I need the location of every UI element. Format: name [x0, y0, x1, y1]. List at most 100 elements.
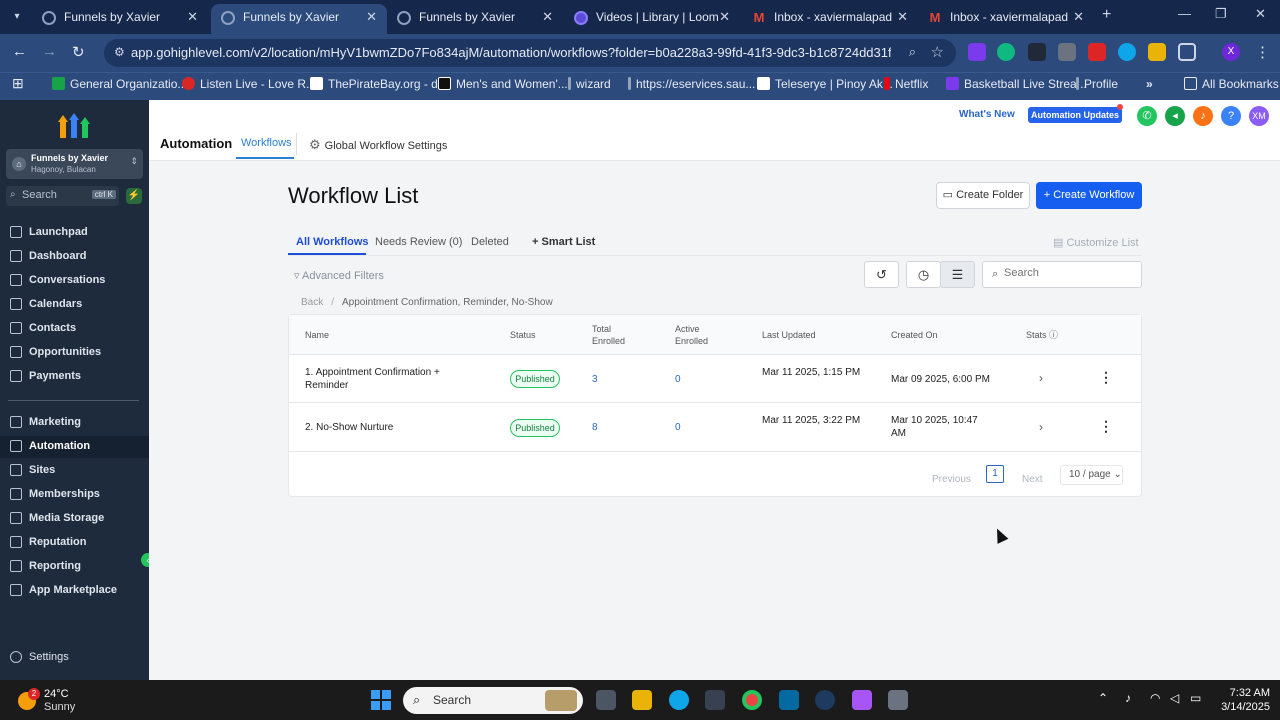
close-icon[interactable]: ✕	[719, 4, 730, 30]
customize-list-button[interactable]: ▤ Customize List	[1053, 236, 1139, 249]
sidebar-item-calendars[interactable]: Calendars	[0, 294, 149, 316]
new-tab-icon[interactable]: +	[1102, 6, 1111, 24]
history-icon[interactable]: ↺	[864, 261, 899, 288]
sidebar-item-reputation[interactable]: Reputation	[0, 532, 149, 554]
browser-tab[interactable]: M Inbox - xaviermalapad001 ✕	[918, 4, 1094, 34]
sidebar-item-media-storage[interactable]: Media Storage	[0, 508, 149, 530]
pen-extension-icon[interactable]	[1028, 43, 1046, 61]
active-enrolled[interactable]: 0	[675, 421, 681, 434]
extensions-puzzle-icon[interactable]	[1178, 43, 1196, 61]
tab-needs-review[interactable]: Needs Review (0)	[375, 236, 462, 248]
list-view-icon[interactable]: ☰	[940, 261, 975, 288]
bookmark-item[interactable]: Teleserye | Pinoy Ak...	[757, 77, 893, 91]
column-active-enrolled[interactable]: Active Enrolled	[675, 323, 708, 347]
bookmark-item[interactable]: https://eservices.sau...	[628, 77, 755, 91]
tray-chevron-icon[interactable]: ⌃	[1098, 691, 1108, 705]
close-icon[interactable]: ✕	[542, 4, 553, 30]
tab-all-workflows[interactable]: All Workflows	[296, 236, 369, 248]
sidebar-item-payments[interactable]: Payments	[0, 366, 149, 388]
bookmark-item[interactable]: Men's and Women'...	[438, 77, 568, 91]
more-options-icon[interactable]: ⋮	[1099, 369, 1113, 386]
workflow-name[interactable]: 2. No-Show Nurture	[305, 421, 465, 434]
back-icon[interactable]: ←	[12, 43, 27, 60]
weather-widget[interactable]: 2 24°C Sunny	[18, 686, 75, 716]
user-avatar[interactable]: XM	[1249, 106, 1269, 126]
menu-kebab-icon[interactable]: ⋮	[1255, 43, 1270, 61]
create-workflow-button[interactable]: + Create Workflow	[1036, 182, 1142, 209]
task-view-icon[interactable]	[596, 690, 616, 710]
column-last-updated[interactable]: Last Updated	[762, 329, 816, 341]
sidebar-item-sites[interactable]: Sites	[0, 460, 149, 482]
restore-icon[interactable]: ❐	[1215, 6, 1227, 22]
sidebar-search[interactable]: ⌕ Search ctrl K	[6, 186, 119, 206]
search-field[interactable]: ⌕	[982, 261, 1142, 288]
browser-tab[interactable]: Videos | Library | Loom ✕	[564, 4, 740, 34]
bookmark-item[interactable]: Listen Live - Love R...	[182, 77, 316, 91]
chevron-right-icon[interactable]: ›	[1039, 420, 1043, 434]
help-icon[interactable]: ?	[1221, 106, 1241, 126]
reload-icon[interactable]: ↻	[72, 43, 85, 61]
sidebar-item-automation[interactable]: Automation	[0, 436, 149, 458]
taskbar-search[interactable]: ⌕ Search	[403, 687, 583, 714]
column-created-on[interactable]: Created On	[891, 329, 938, 341]
sidebar-item-memberships[interactable]: Memberships	[0, 484, 149, 506]
close-icon[interactable]: ✕	[897, 4, 908, 30]
sidebar-item-dashboard[interactable]: Dashboard	[0, 246, 149, 268]
profile-avatar[interactable]: X	[1222, 43, 1240, 61]
wifi-icon[interactable]: ◠	[1150, 691, 1160, 705]
create-folder-button[interactable]: ▭ Create Folder	[936, 182, 1030, 209]
phone-icon[interactable]: ✆	[1137, 106, 1157, 126]
automation-updates-button[interactable]: Automation Updates	[1028, 107, 1122, 123]
advanced-filters-button[interactable]: ▿ Advanced Filters	[294, 269, 384, 282]
bookmark-item[interactable]: Netflix	[884, 77, 928, 91]
sidebar-item-conversations[interactable]: Conversations	[0, 270, 149, 292]
all-bookmarks[interactable]: All Bookmarks	[1184, 77, 1279, 91]
workflow-name[interactable]: 1. Appointment Confirmation + Reminder	[305, 366, 465, 392]
tab-workflows[interactable]: Workflows	[241, 137, 292, 149]
edge-icon[interactable]	[669, 690, 689, 710]
column-stats[interactable]: Stats ⓘ	[1026, 329, 1058, 341]
sidebar-item-reporting[interactable]: Reporting	[0, 556, 149, 578]
close-window-icon[interactable]: ✕	[1255, 6, 1266, 22]
clock-icon[interactable]: ◷	[906, 261, 941, 288]
bookmark-star-icon[interactable]: ☆	[931, 43, 944, 61]
bookmark-item[interactable]: Basketball Live Strea...	[946, 77, 1087, 91]
pagination-page[interactable]: 1	[986, 465, 1004, 483]
browser-tab[interactable]: Funnels by Xavier ✕	[387, 4, 563, 34]
apps-grid-icon[interactable]: ⊞	[12, 75, 24, 92]
total-enrolled[interactable]: 8	[592, 421, 598, 434]
new-extension-icon[interactable]	[1088, 43, 1106, 61]
more-options-icon[interactable]: ⋮	[1099, 418, 1113, 435]
browser-tab-active[interactable]: Funnels by Xavier ✕	[211, 4, 387, 34]
total-enrolled[interactable]: 3	[592, 373, 598, 386]
minimize-icon[interactable]: —	[1178, 6, 1191, 21]
search-input[interactable]	[1004, 267, 1134, 279]
browser-tab[interactable]: M Inbox - xaviermalapad@gm ✕	[742, 4, 918, 34]
tab-smart-list[interactable]: + Smart List	[532, 236, 595, 248]
steam-icon[interactable]	[815, 690, 835, 710]
bell-icon[interactable]: ♪	[1193, 106, 1213, 126]
whats-new-link[interactable]: What's New	[959, 109, 1015, 120]
extension-icon[interactable]	[997, 43, 1015, 61]
bookmark-item[interactable]: wizard	[568, 77, 611, 91]
zoom-icon[interactable]: ⌕	[909, 44, 916, 60]
outlook-icon[interactable]	[779, 690, 799, 710]
system-clock[interactable]: 7:32 AM 3/14/2025	[1212, 686, 1270, 714]
volume-icon[interactable]: ◁	[1170, 691, 1179, 705]
windows-start-icon[interactable]	[371, 690, 391, 710]
microphone-icon[interactable]: ♪	[1125, 691, 1131, 705]
more-bookmarks-icon[interactable]: »	[1146, 77, 1153, 91]
bookmark-item[interactable]: Profile	[1076, 77, 1118, 91]
file-explorer-icon[interactable]	[632, 690, 652, 710]
chrome-icon[interactable]	[742, 690, 762, 710]
megaphone-icon[interactable]: ◂	[1165, 106, 1185, 126]
app-icon[interactable]	[888, 690, 908, 710]
color-extension-icon[interactable]	[1118, 43, 1136, 61]
pagination-next[interactable]: Next	[1022, 474, 1043, 485]
chevron-right-icon[interactable]: ›	[1039, 371, 1043, 385]
browser-tab[interactable]: Funnels by Xavier ✕	[32, 4, 208, 34]
close-icon[interactable]: ✕	[1073, 4, 1084, 30]
sidebar-item-marketing[interactable]: Marketing	[0, 412, 149, 434]
sidebar-item-contacts[interactable]: Contacts	[0, 318, 149, 340]
tab-search-icon[interactable]: ▾	[8, 8, 26, 26]
